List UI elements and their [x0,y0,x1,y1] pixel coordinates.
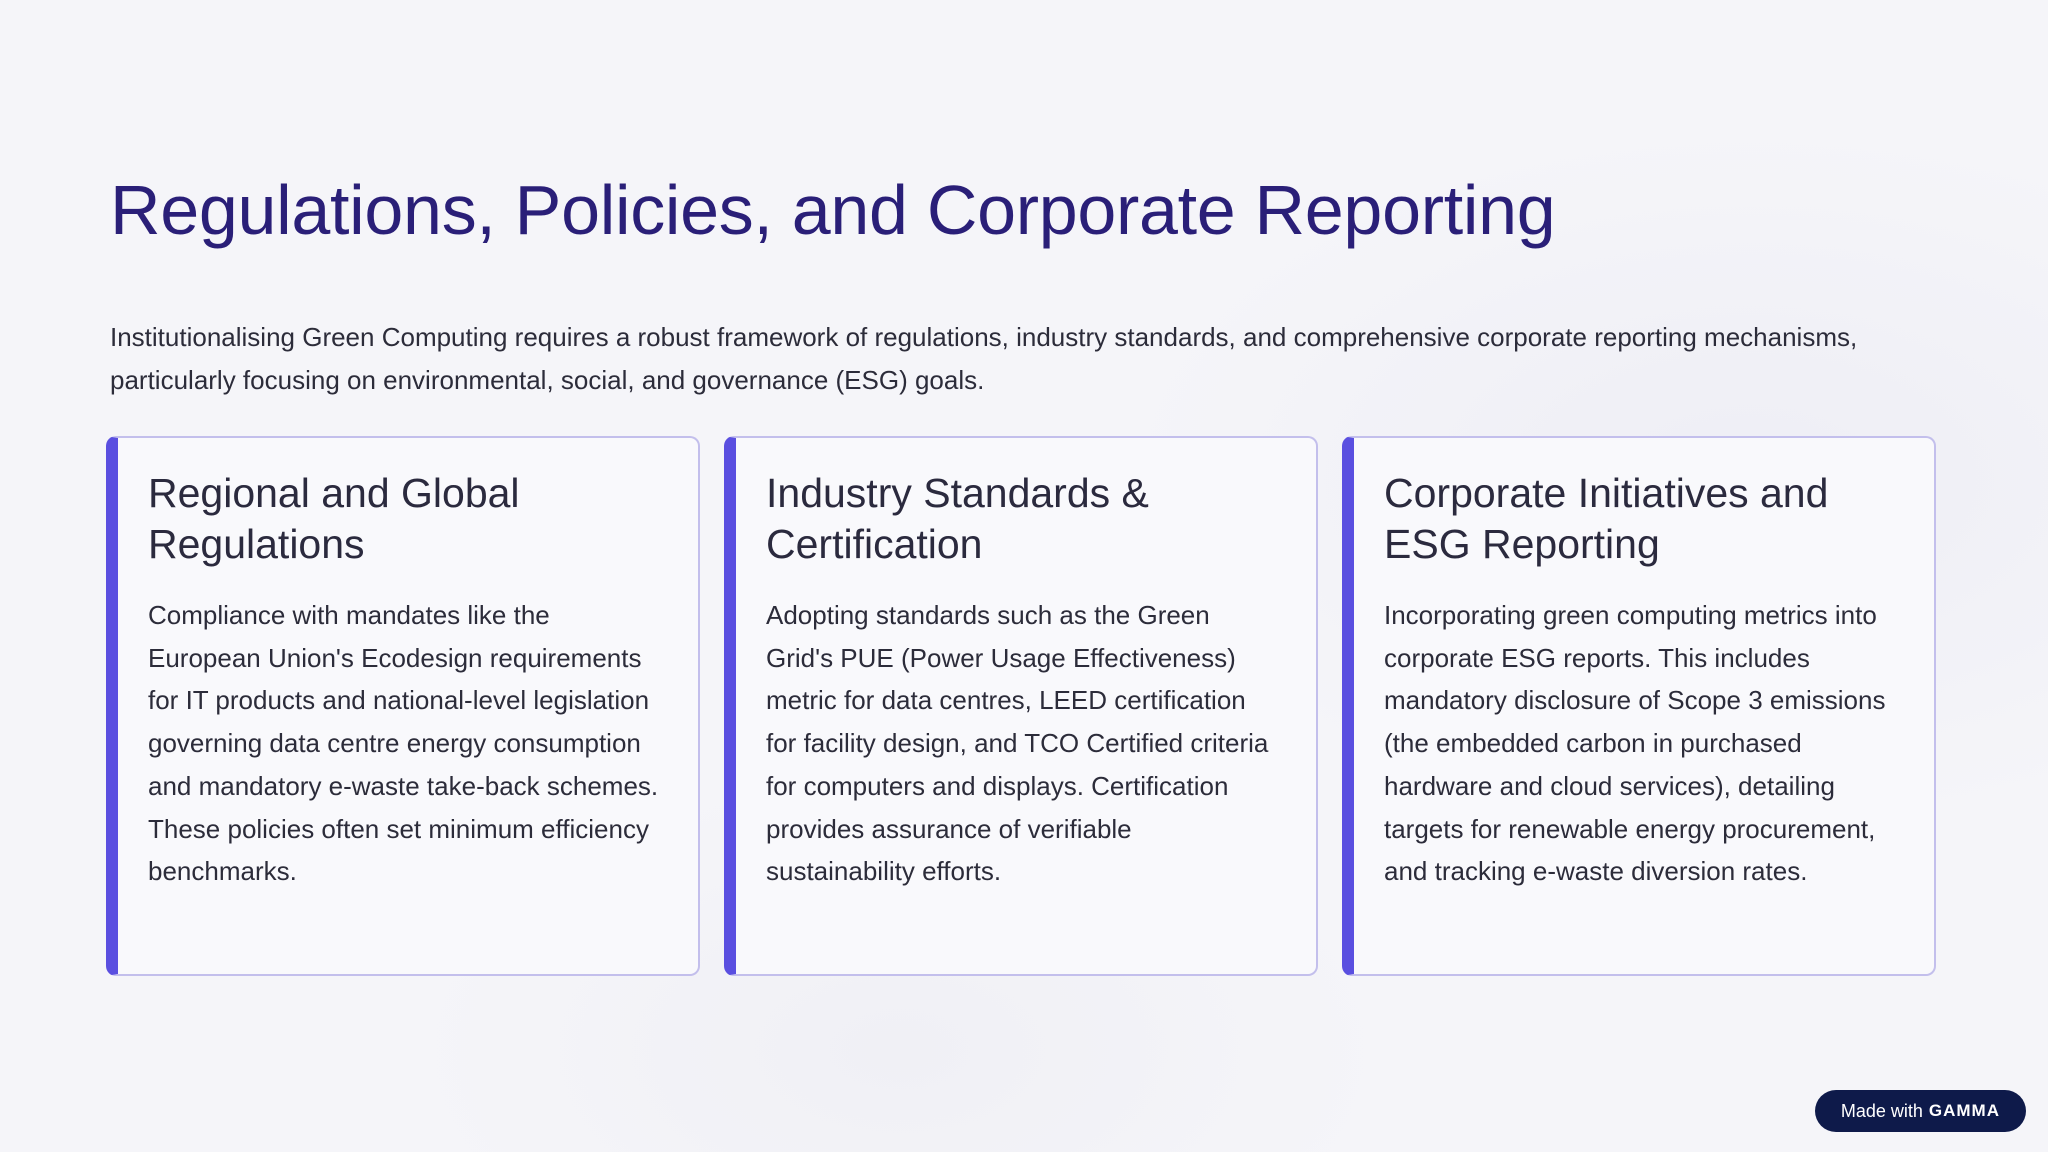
card-title: Industry Standards & Certification [766,470,1149,567]
slide-title: Regulations, Policies, and Corporate Rep… [110,171,1556,249]
gamma-logo: GAMMA [1928,1101,2000,1120]
card-body: Incorporating green computing metrics in… [1384,600,1886,887]
card-body: Compliance with mandates like the Europe… [148,600,659,887]
made-with-gamma-badge[interactable]: Made with GAMMA [1814,1090,2026,1132]
cards-row: Regional and Global Regulations Complian… [106,436,1936,976]
badge-prefix: Made with [1840,1100,1923,1121]
card-esg-reporting: Corporate Initiatives and ESG Reporting … [1342,436,1936,976]
card-regulations: Regional and Global Regulations Complian… [106,436,700,976]
card-title: Regional and Global Regulations [148,470,520,567]
card-body: Adopting standards such as the Green Gri… [766,600,1269,887]
card-standards: Industry Standards & Certification Adopt… [724,436,1318,976]
slide-intro: Institutionalising Green Computing requi… [110,322,1858,395]
card-title: Corporate Initiatives and ESG Reporting [1384,470,1829,567]
